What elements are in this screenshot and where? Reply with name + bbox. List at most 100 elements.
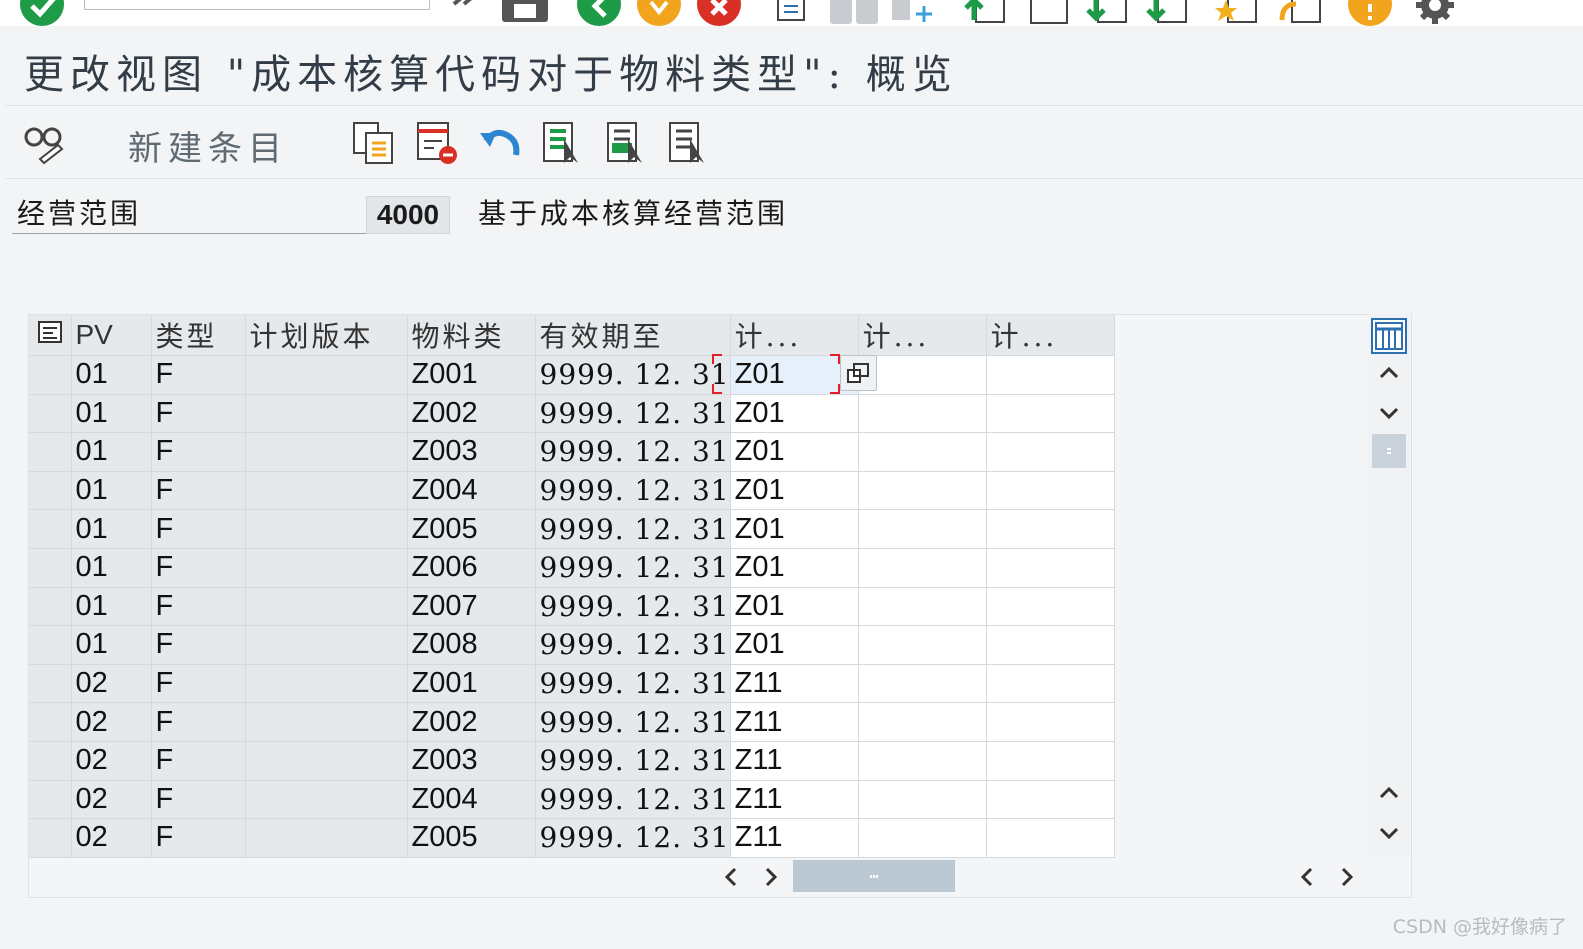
cell-costing-1[interactable]: Z01 [730,355,859,395]
first-page-icon[interactable] [962,0,1008,26]
new-entries-button[interactable]: 新建条目 [128,121,288,170]
cell-costing-1[interactable]: Z01 [730,509,859,549]
column-header-plan-version[interactable]: 计划版本 [245,315,408,356]
next-page-icon[interactable] [1084,0,1130,26]
row-selector[interactable] [29,664,72,704]
row-selector[interactable] [29,780,72,820]
column-header-costing-3[interactable]: 计... [986,315,1115,356]
value-help-button[interactable] [840,355,877,391]
cell-costing-1[interactable]: Z01 [730,587,859,627]
table-settings-button[interactable] [1371,318,1407,354]
cell-costing-3[interactable] [986,587,1115,627]
create-icon[interactable] [890,0,936,26]
scroll-column-right-icon[interactable] [1332,862,1362,896]
create-session-icon[interactable] [1212,0,1260,26]
vertical-scroll-thumb[interactable] [1372,434,1406,468]
row-selector[interactable] [29,587,72,627]
cell-costing-1[interactable]: Z01 [730,625,859,665]
cell-costing-1[interactable]: Z11 [730,818,859,858]
copy-as-icon[interactable] [352,121,398,165]
scroll-right-icon[interactable] [756,862,786,896]
cell-costing-3[interactable] [986,780,1115,820]
row-selector[interactable] [29,548,72,588]
cell-costing-1[interactable]: Z11 [730,664,859,704]
last-page-icon[interactable] [1144,0,1190,26]
cell-costing-2[interactable] [858,432,987,472]
column-header-costing-2[interactable]: 计... [858,315,987,356]
select-block-icon[interactable] [606,121,652,165]
cell-costing-2[interactable] [858,741,987,781]
row-selector[interactable] [29,471,72,511]
cell-costing-2[interactable] [858,394,987,434]
cell-costing-3[interactable] [986,741,1115,781]
back-arrows-icon[interactable] [444,0,484,24]
select-all-rows-button[interactable] [29,315,72,356]
cell-costing-2[interactable] [858,509,987,549]
cell-costing-3[interactable] [986,432,1115,472]
cell-costing-1[interactable]: Z01 [730,548,859,588]
cell-costing-3[interactable] [986,702,1115,742]
row-selector[interactable] [29,818,72,858]
row-selector[interactable] [29,741,72,781]
cell-costing-1[interactable]: Z01 [730,432,859,472]
cell-costing-1[interactable]: Z11 [730,702,859,742]
scroll-left-icon[interactable] [716,862,746,896]
save-icon[interactable] [502,0,548,22]
deselect-all-icon[interactable] [668,121,714,165]
cell-costing-2[interactable] [858,818,987,858]
exit-icon[interactable] [637,0,681,26]
column-header-costing-1[interactable]: 计... [730,315,859,356]
help-icon[interactable] [1348,0,1392,26]
scroll-column-left-icon[interactable] [1292,862,1322,896]
enter-icon[interactable] [20,0,64,26]
horizontal-scroll-thumb[interactable] [793,860,955,892]
command-field[interactable] [84,0,430,10]
cell-costing-3[interactable] [986,548,1115,588]
scroll-first-icon[interactable] [1374,778,1404,808]
row-selector[interactable] [29,394,72,434]
row-selector[interactable] [29,355,72,395]
cell-costing-2[interactable] [858,702,987,742]
column-header-valid-to[interactable]: 有效期至 [535,315,731,356]
cell-costing-3[interactable] [986,625,1115,665]
cell-costing-3[interactable] [986,355,1115,395]
column-header-pv[interactable]: PV [71,315,152,356]
select-all-icon[interactable] [542,121,588,165]
cell-costing-2[interactable] [858,548,987,588]
cell-costing-2[interactable] [858,664,987,704]
display-change-icon[interactable] [22,121,68,165]
row-selector[interactable] [29,509,72,549]
cell-costing-1[interactable]: Z01 [730,471,859,511]
shortcut-icon[interactable] [1278,0,1324,26]
row-selector[interactable] [29,625,72,665]
vertical-scrollbar[interactable] [1368,314,1410,856]
row-selector[interactable] [29,702,72,742]
scroll-page-down-icon[interactable] [1374,398,1404,428]
scroll-last-icon[interactable] [1374,818,1404,848]
cell-costing-3[interactable] [986,509,1115,549]
cell-costing-3[interactable] [986,471,1115,511]
column-header-material-type[interactable]: 物料类 [407,315,536,356]
cell-costing-2[interactable] [858,471,987,511]
scroll-page-up-icon[interactable] [1374,358,1404,388]
cell-costing-1[interactable]: Z11 [730,741,859,781]
cell-costing-3[interactable] [986,664,1115,704]
cell-costing-1[interactable]: Z01 [730,394,859,434]
cell-costing-1[interactable]: Z11 [730,780,859,820]
undo-change-icon[interactable] [478,121,524,165]
previous-page-icon[interactable] [1030,0,1068,24]
back-icon[interactable] [577,0,621,26]
cell-costing-3[interactable] [986,818,1115,858]
settings-icon[interactable] [1414,0,1456,26]
row-selector[interactable] [29,432,72,472]
find-icon[interactable] [830,0,852,24]
find-next-icon[interactable] [856,0,878,24]
column-header-type[interactable]: 类型 [151,315,246,356]
print-icon[interactable] [775,0,809,26]
cell-costing-3[interactable] [986,394,1115,434]
cell-costing-2[interactable] [858,780,987,820]
cell-costing-2[interactable] [858,587,987,627]
cell-costing-2[interactable] [858,355,987,395]
delete-icon[interactable] [416,121,462,165]
cancel-icon[interactable] [697,0,741,26]
